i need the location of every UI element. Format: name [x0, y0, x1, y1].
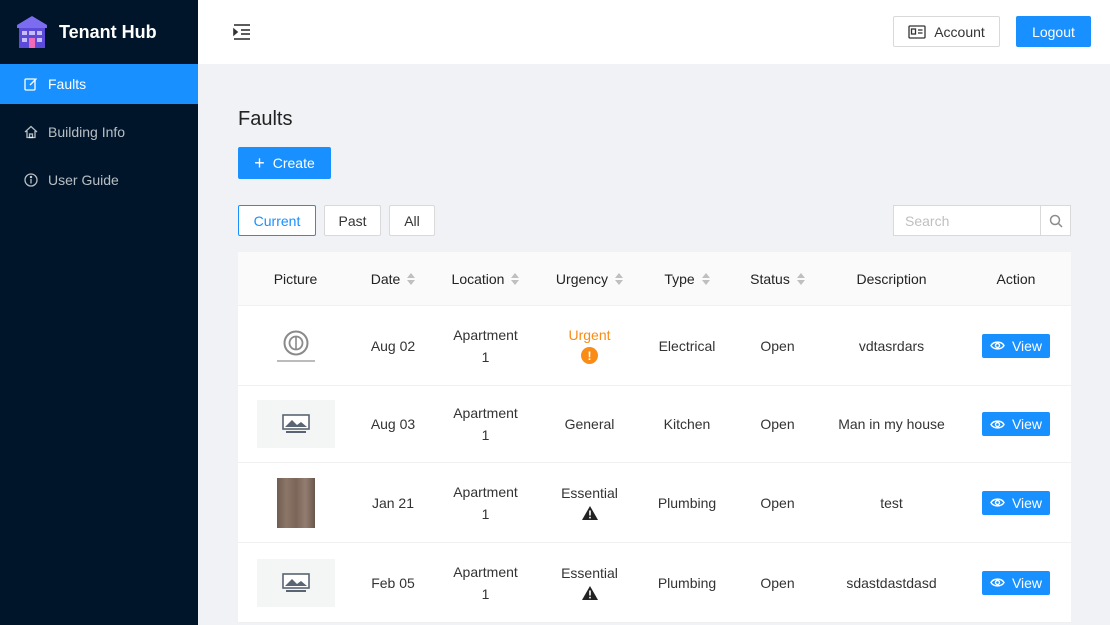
- view-button[interactable]: View: [982, 333, 1050, 358]
- sidebar-item-user-guide[interactable]: User Guide: [0, 160, 198, 200]
- description-cell: vdtasrdars: [858, 337, 925, 354]
- image-placeholder-icon: [281, 414, 310, 433]
- urgency-cell: General: [564, 416, 615, 432]
- column-header-status[interactable]: Status: [733, 271, 822, 287]
- status-cell: Open: [760, 337, 795, 354]
- sort-icon: [407, 272, 416, 285]
- sidebar-item-building-info[interactable]: Building Info: [0, 112, 198, 152]
- column-header-type[interactable]: Type: [641, 271, 733, 287]
- search-input[interactable]: [894, 206, 1040, 235]
- sidebar: Tenant Hub Faults Building Info User Gui…: [0, 0, 198, 625]
- status-cell: Open: [760, 494, 795, 511]
- building-logo-icon: [17, 16, 47, 48]
- fault-picture[interactable]: [276, 477, 315, 528]
- date-cell: Jan 21: [371, 494, 415, 511]
- eye-icon: [990, 341, 1005, 350]
- status-cell: Open: [760, 416, 795, 432]
- type-cell: Kitchen: [663, 416, 711, 432]
- logout-button[interactable]: Logout: [1016, 16, 1091, 47]
- app-title: Tenant Hub: [59, 21, 157, 42]
- date-cell: Aug 03: [370, 416, 416, 432]
- type-cell: Plumbing: [657, 494, 717, 511]
- search-icon: [1049, 214, 1063, 228]
- view-button[interactable]: View: [982, 490, 1050, 515]
- create-label: Create: [272, 155, 315, 171]
- exclamation-circle-icon: !: [581, 347, 598, 364]
- fault-picture[interactable]: [256, 400, 335, 448]
- sort-icon: [511, 272, 520, 285]
- urgency-cell: Essential: [538, 485, 641, 521]
- sidebar-item-faults[interactable]: Faults: [0, 64, 198, 104]
- description-cell: test: [880, 494, 903, 511]
- column-header-description: Description: [856, 270, 927, 287]
- brand[interactable]: Tenant Hub: [0, 0, 198, 64]
- plus-icon: +: [254, 153, 265, 173]
- table-row: Jan 21 Apartment 1 Essential Plumbing Op…: [238, 463, 1071, 543]
- account-button[interactable]: Account: [893, 16, 1000, 47]
- table-row: Feb 05 Apartment 1 Essential Plumbing Op…: [238, 543, 1071, 623]
- location-cell: Apartment 1: [453, 326, 518, 365]
- sidebar-item-label: User Guide: [48, 172, 119, 188]
- eye-icon: [990, 578, 1005, 587]
- top-header: Account Logout: [198, 0, 1110, 64]
- logo-image: [283, 330, 308, 355]
- edit-icon: [24, 77, 38, 91]
- urgency-cell: Urgent !: [568, 327, 611, 364]
- column-header-urgency[interactable]: Urgency: [538, 271, 641, 287]
- sort-icon: [796, 272, 805, 285]
- home-icon: [24, 125, 38, 139]
- table-row: Aug 02 Apartment 1 Urgent ! Electrical O…: [238, 306, 1071, 386]
- description-cell: Man in my house: [838, 416, 945, 432]
- search-button[interactable]: [1040, 206, 1070, 235]
- column-header-location[interactable]: Location: [433, 271, 538, 287]
- date-cell: Feb 05: [371, 574, 415, 591]
- column-header-action: Action: [996, 270, 1036, 287]
- sidebar-item-label: Building Info: [48, 124, 126, 140]
- view-button[interactable]: View: [982, 570, 1050, 595]
- date-cell: Aug 02: [370, 337, 416, 354]
- location-cell: Apartment 1: [453, 405, 518, 443]
- sidebar-item-label: Faults: [48, 76, 87, 92]
- fault-picture[interactable]: [257, 322, 335, 370]
- image-placeholder-icon: [281, 572, 310, 592]
- fault-picture[interactable]: [256, 558, 335, 607]
- warning-icon: [581, 505, 598, 520]
- table-header: Picture Date Location Urgency Type Statu…: [238, 252, 1071, 306]
- view-button[interactable]: View: [982, 412, 1050, 436]
- account-label: Account: [934, 23, 985, 40]
- sort-icon: [701, 272, 710, 285]
- eye-icon: [990, 419, 1005, 429]
- warning-icon: [581, 585, 598, 600]
- search-box: [893, 205, 1071, 236]
- type-cell: Electrical: [658, 337, 716, 354]
- faults-table: Picture Date Location Urgency Type Statu…: [238, 252, 1071, 623]
- location-cell: Apartment 1: [453, 563, 518, 602]
- filter-past[interactable]: Past: [324, 205, 381, 236]
- menu-fold-icon[interactable]: [233, 23, 251, 41]
- info-icon: [24, 173, 38, 187]
- sort-icon: [615, 272, 624, 285]
- column-header-date[interactable]: Date: [353, 271, 433, 287]
- filter-current[interactable]: Current: [238, 205, 316, 236]
- status-cell: Open: [760, 574, 795, 591]
- eye-icon: [990, 498, 1005, 507]
- location-cell: Apartment 1: [453, 483, 518, 522]
- type-cell: Plumbing: [657, 574, 717, 591]
- create-button[interactable]: + Create: [238, 147, 331, 179]
- page-title: Faults: [238, 108, 293, 130]
- id-card-icon: [908, 24, 926, 39]
- table-row: Aug 03 Apartment 1 General Kitchen Open …: [238, 386, 1071, 463]
- filter-all[interactable]: All: [389, 205, 435, 236]
- urgency-cell: Essential: [538, 565, 641, 601]
- description-cell: sdastdastdasd: [846, 574, 937, 591]
- column-header-picture: Picture: [273, 270, 318, 287]
